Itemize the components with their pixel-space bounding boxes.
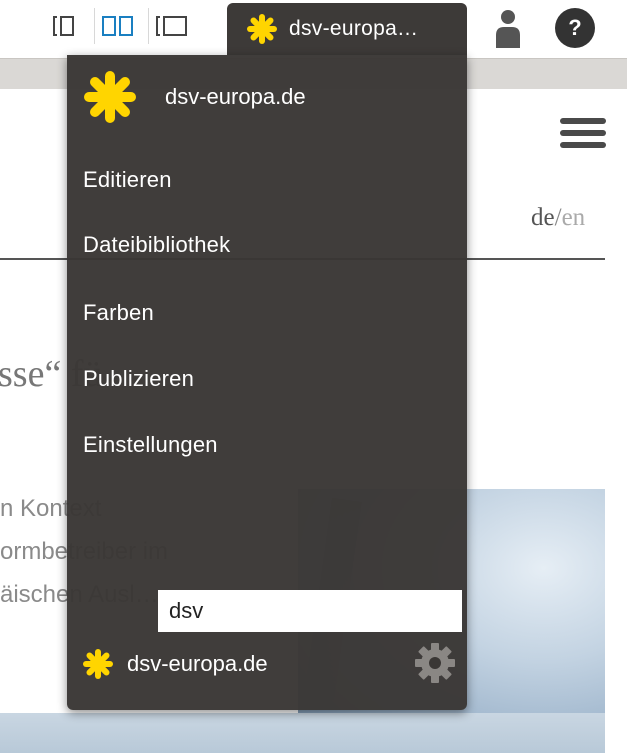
site-selector-tab[interactable]: dsv-europa… xyxy=(227,3,467,55)
wide-layout-icon xyxy=(156,16,187,36)
two-column-layout-icon xyxy=(102,16,133,36)
lang-en-link[interactable]: en xyxy=(562,204,586,231)
site-result-item[interactable]: dsv-europa.de xyxy=(83,649,268,679)
help-button[interactable]: ? xyxy=(555,8,595,48)
user-icon xyxy=(496,10,520,48)
help-icon: ? xyxy=(568,15,582,40)
panel-site-title: dsv-europa.de xyxy=(165,84,306,109)
top-toolbar: dsv-europa… ? xyxy=(0,0,627,58)
asterisk-logo-icon xyxy=(84,71,136,123)
lang-de-link[interactable]: de xyxy=(531,204,555,231)
menu-item-publizieren[interactable]: Publizieren xyxy=(83,366,194,392)
site-dropdown-panel: dsv-europa.de Editieren Dateibibliothek … xyxy=(67,55,467,710)
menu-item-editieren[interactable]: Editieren xyxy=(83,167,172,193)
site-result-name: dsv-europa.de xyxy=(127,651,268,676)
single-column-layout-icon xyxy=(52,16,74,36)
asterisk-logo-icon xyxy=(83,649,113,679)
menu-item-farben[interactable]: Farben xyxy=(83,300,154,326)
wide-layout-button[interactable] xyxy=(148,8,194,44)
lang-separator: / xyxy=(554,204,562,231)
hamburger-menu-icon[interactable] xyxy=(560,118,606,152)
menu-item-dateibibliothek[interactable]: Dateibibliothek xyxy=(83,232,230,258)
single-column-layout-button[interactable] xyxy=(40,8,86,44)
user-account-button[interactable] xyxy=(490,8,526,48)
menu-item-einstellungen[interactable]: Einstellungen xyxy=(83,432,218,458)
site-search-input[interactable] xyxy=(158,590,462,632)
panel-header: dsv-europa.de xyxy=(83,70,306,124)
site-tab-label: dsv-europa… xyxy=(289,17,419,40)
bottom-image xyxy=(0,713,605,753)
gear-icon[interactable] xyxy=(414,642,456,684)
asterisk-logo-icon xyxy=(247,14,277,44)
two-column-layout-button[interactable] xyxy=(94,8,140,44)
language-switcher[interactable]: de/en xyxy=(531,204,585,232)
